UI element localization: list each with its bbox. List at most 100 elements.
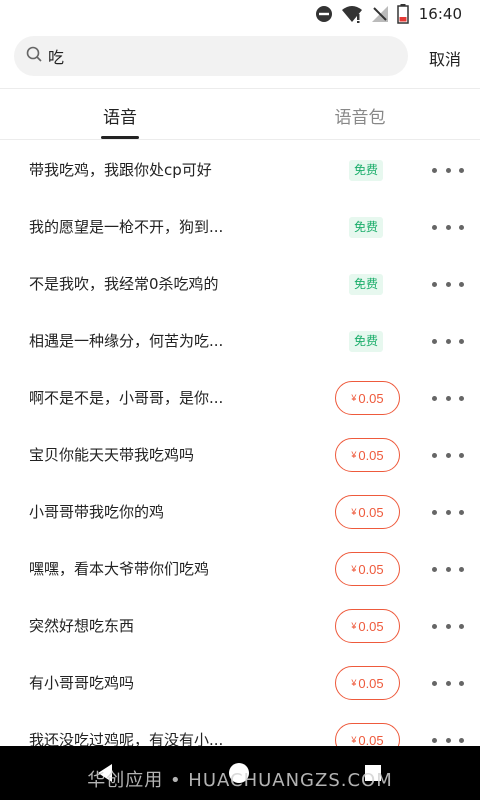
yen-symbol: ¥: [351, 621, 357, 631]
active-tab-indicator: [101, 136, 139, 139]
tab-voice-pack[interactable]: 语音包: [320, 89, 400, 141]
list-item[interactable]: 嘿嘿，看本大爷带你们吃鸡 ¥0.05: [0, 540, 480, 597]
price-value: 0.05: [358, 504, 384, 520]
list-item[interactable]: 我的愿望是一枪不开，狗到... 免费: [0, 198, 480, 255]
cancel-button[interactable]: 取消: [429, 46, 461, 70]
list-item[interactable]: 带我吃鸡，我跟你处cp可好 免费: [0, 141, 480, 198]
price-value: 0.05: [358, 390, 384, 406]
list-item[interactable]: 相遇是一种缘分，何苦为吃... 免费: [0, 312, 480, 369]
list-item[interactable]: 宝贝你能天天带我吃鸡吗 ¥0.05: [0, 426, 480, 483]
item-title: 我的愿望是一枪不开，狗到...: [29, 218, 224, 236]
dot: [432, 680, 437, 686]
list-item[interactable]: 啊不是不是，小哥哥，是你... ¥0.05: [0, 369, 480, 426]
more-options-icon[interactable]: [432, 222, 464, 232]
list-item[interactable]: 突然好想吃东西 ¥0.05: [0, 597, 480, 654]
price-value: 0.05: [358, 561, 384, 577]
dot: [459, 224, 464, 230]
yen-symbol: ¥: [351, 564, 357, 574]
dot: [459, 452, 464, 458]
yen-symbol: ¥: [351, 678, 357, 688]
price-button[interactable]: ¥0.05: [335, 381, 400, 415]
more-options-icon[interactable]: [432, 336, 464, 346]
more-options-icon[interactable]: [432, 393, 464, 403]
free-badge: 免费: [349, 274, 384, 295]
dot: [445, 623, 451, 629]
more-options-icon[interactable]: [432, 735, 464, 745]
price-button[interactable]: ¥0.05: [335, 438, 400, 472]
search-input[interactable]: [48, 46, 368, 66]
wifi-icon: [341, 5, 363, 23]
dot: [459, 680, 464, 686]
no-signal-icon: [371, 5, 389, 23]
dot: [445, 395, 451, 401]
tab-voice[interactable]: 语音: [80, 89, 160, 141]
item-title: 相遇是一种缘分，何苦为吃...: [29, 332, 224, 350]
list-item[interactable]: 不是我吹，我经常0杀吃鸡的 免费: [0, 255, 480, 312]
search-box[interactable]: [14, 36, 408, 76]
dot: [432, 338, 437, 344]
more-options-icon[interactable]: [432, 678, 464, 688]
dot: [445, 338, 451, 344]
dot: [459, 737, 464, 743]
more-options-icon[interactable]: [432, 450, 464, 460]
price-value: 0.05: [358, 447, 384, 463]
dot: [445, 509, 451, 515]
status-bar: 16:40: [0, 0, 480, 28]
item-title: 有小哥哥吃鸡吗: [29, 674, 135, 692]
status-time: 16:40: [418, 5, 462, 23]
dot: [445, 737, 451, 743]
voice-list: 带我吃鸡，我跟你处cp可好 免费 我的愿望是一枪不开，狗到... 免费 不是我吹，我经常…: [0, 141, 480, 768]
more-options-icon[interactable]: [432, 165, 464, 175]
item-title: 不是我吹，我经常0杀吃鸡的: [29, 275, 219, 293]
dot: [432, 452, 437, 458]
list-item[interactable]: 小哥哥带我吃你的鸡 ¥0.05: [0, 483, 480, 540]
yen-symbol: ¥: [351, 393, 357, 403]
more-options-icon[interactable]: [432, 507, 464, 517]
item-title: 突然好想吃东西: [29, 617, 135, 635]
price-value: 0.05: [358, 618, 384, 634]
do-not-disturb-icon: [315, 5, 333, 23]
dot: [432, 737, 437, 743]
dot: [459, 509, 464, 515]
dot: [445, 680, 451, 686]
back-icon[interactable]: [96, 763, 114, 787]
yen-symbol: ¥: [351, 450, 357, 460]
dot: [445, 281, 451, 287]
item-title: 嘿嘿，看本大爷带你们吃鸡: [29, 560, 210, 578]
recent-apps-icon[interactable]: [365, 765, 381, 781]
dot: [459, 623, 464, 629]
battery-low-icon: [397, 4, 409, 24]
dot: [432, 509, 437, 515]
navigation-bar: [0, 746, 480, 800]
dot: [445, 167, 451, 173]
item-title: 宝贝你能天天带我吃鸡吗: [29, 446, 195, 464]
price-button[interactable]: ¥0.05: [335, 609, 400, 643]
dot: [432, 281, 437, 287]
dot: [459, 566, 464, 572]
dot: [459, 395, 464, 401]
free-badge: 免费: [349, 217, 384, 238]
item-title: 带我吃鸡，我跟你处cp可好: [29, 161, 212, 179]
price-value: 0.05: [358, 675, 384, 691]
dot: [459, 281, 464, 287]
dot: [432, 623, 437, 629]
tab-bar: 语音 语音包: [0, 88, 480, 140]
list-item[interactable]: 有小哥哥吃鸡吗 ¥0.05: [0, 654, 480, 711]
price-button[interactable]: ¥0.05: [335, 552, 400, 586]
price-button[interactable]: ¥0.05: [335, 666, 400, 700]
dot: [459, 338, 464, 344]
dot: [445, 224, 451, 230]
search-row: 取消: [0, 36, 480, 78]
free-badge: 免费: [349, 331, 384, 352]
more-options-icon[interactable]: [432, 621, 464, 631]
dot: [459, 167, 464, 173]
free-badge: 免费: [349, 160, 384, 181]
home-icon[interactable]: [229, 763, 249, 783]
dot: [432, 566, 437, 572]
dot: [445, 566, 451, 572]
more-options-icon[interactable]: [432, 564, 464, 574]
item-title: 小哥哥带我吃你的鸡: [29, 503, 165, 521]
more-options-icon[interactable]: [432, 279, 464, 289]
dot: [432, 224, 437, 230]
price-button[interactable]: ¥0.05: [335, 495, 400, 529]
